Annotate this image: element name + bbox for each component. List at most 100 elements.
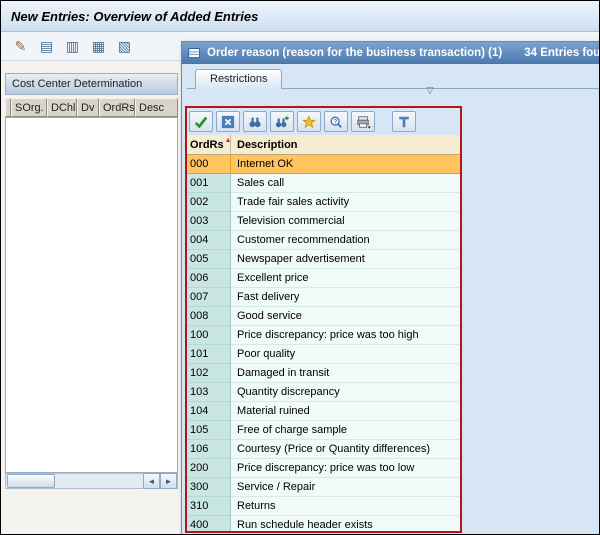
value-row[interactable]: 300Service / Repair <box>187 478 460 497</box>
ordrs-cell: 002 <box>187 193 231 212</box>
ordrs-cell: 003 <box>187 212 231 231</box>
page-title: New Entries: Overview of Added Entries <box>11 9 258 24</box>
add-favorite-icon[interactable] <box>297 111 321 132</box>
tab-restrictions[interactable]: Restrictions <box>195 69 282 89</box>
value-row[interactable]: 106Courtesy (Price or Quantity differenc… <box>187 440 460 459</box>
description-cell: Quantity discrepancy <box>231 383 460 402</box>
column-header-description[interactable]: Description <box>231 135 460 154</box>
value-row[interactable]: 104Material ruined <box>187 402 460 421</box>
table-insert-row-icon[interactable] <box>35 36 58 57</box>
copy-row-icon <box>66 39 79 53</box>
ordrs-cell: 100 <box>187 326 231 345</box>
table-delete-row-icon[interactable] <box>87 36 110 57</box>
grid-column-dchl[interactable]: DChl <box>47 98 77 117</box>
description-header-label: Description <box>237 139 298 151</box>
highlight-box: ? OrdRs ▲ Description 000Internet OK00 <box>185 106 462 533</box>
description-cell: Material ruined <box>231 402 460 421</box>
value-row[interactable]: 002Trade fair sales activity <box>187 193 460 212</box>
entries-count: 34 Entries foun <box>524 47 600 59</box>
description-cell: Sales call <box>231 174 460 193</box>
value-row[interactable]: 005Newspaper advertisement <box>187 250 460 269</box>
description-cell: Newspaper advertisement <box>231 250 460 269</box>
description-cell: Service / Repair <box>231 478 460 497</box>
select-block-icon <box>118 39 131 53</box>
description-cell: Television commercial <box>231 212 460 231</box>
description-cell: Price discrepancy: price was too high <box>231 326 460 345</box>
value-row[interactable]: 001Sales call <box>187 174 460 193</box>
ordrs-cell: 104 <box>187 402 231 421</box>
insert-row-icon <box>40 39 53 53</box>
print-icon[interactable] <box>351 111 375 132</box>
value-row[interactable]: 006Excellent price <box>187 269 460 288</box>
close-icon[interactable] <box>216 111 240 132</box>
ordrs-cell: 200 <box>187 459 231 478</box>
ordrs-cell: 300 <box>187 478 231 497</box>
scrollbar-thumb[interactable] <box>7 474 55 488</box>
grid-body[interactable] <box>5 117 178 473</box>
value-row[interactable]: 000Internet OK <box>187 155 460 174</box>
description-cell: Returns <box>231 497 460 516</box>
ordrs-cell: 105 <box>187 421 231 440</box>
value-row[interactable]: 101Poor quality <box>187 345 460 364</box>
ordrs-cell: 400 <box>187 516 231 531</box>
ordrs-cell: 006 <box>187 269 231 288</box>
left-panel-title: Cost Center Determination <box>12 78 142 90</box>
grid-column-sorg[interactable]: SOrg. <box>11 98 47 117</box>
column-header-ordrs[interactable]: OrdRs ▲ <box>187 135 231 154</box>
ordrs-cell: 310 <box>187 497 231 516</box>
grid-column-dv[interactable]: Dv <box>77 98 99 117</box>
description-cell: Internet OK <box>231 155 460 174</box>
value-row[interactable]: 105Free of charge sample <box>187 421 460 440</box>
value-row[interactable]: 004Customer recommendation <box>187 231 460 250</box>
value-row[interactable]: 007Fast delivery <box>187 288 460 307</box>
value-help-dialog: Order reason (reason for the business tr… <box>181 41 600 535</box>
popup-titlebar[interactable]: Order reason (reason for the business tr… <box>182 42 600 64</box>
filter-icon[interactable] <box>423 84 437 96</box>
left-panel-header: Cost Center Determination <box>5 73 178 95</box>
ordrs-cell: 008 <box>187 307 231 326</box>
grid-column-ordrs[interactable]: OrdRs <box>99 98 135 117</box>
ordrs-cell: 106 <box>187 440 231 459</box>
edit-pencil-icon[interactable] <box>9 36 32 57</box>
description-cell: Damaged in transit <box>231 364 460 383</box>
value-row[interactable]: 102Damaged in transit <box>187 364 460 383</box>
sort-ascending-icon: ▲ <box>225 137 232 144</box>
value-row[interactable]: 400Run schedule header exists <box>187 516 460 531</box>
find-icon[interactable] <box>243 111 267 132</box>
scroll-right-icon[interactable]: ► <box>160 473 177 489</box>
description-cell: Price discrepancy: price was too low <box>231 459 460 478</box>
value-row[interactable]: 008Good service <box>187 307 460 326</box>
value-row[interactable]: 100Price discrepancy: price was too high <box>187 326 460 345</box>
description-cell: Poor quality <box>231 345 460 364</box>
svg-text:?: ? <box>333 118 337 125</box>
ordrs-cell: 007 <box>187 288 231 307</box>
tabstrip: Restrictions <box>187 67 600 89</box>
table-header: OrdRs ▲ Description <box>187 135 460 155</box>
dialog-list-icon <box>188 47 201 60</box>
description-cell: Run schedule header exists <box>231 516 460 531</box>
grid-column-desc[interactable]: Desc <box>135 98 178 117</box>
value-row[interactable]: 003Television commercial <box>187 212 460 231</box>
ordrs-cell: 101 <box>187 345 231 364</box>
value-row[interactable]: 200Price discrepancy: price was too low <box>187 459 460 478</box>
popup-title: Order reason (reason for the business tr… <box>207 47 502 59</box>
ordrs-cell: 000 <box>187 155 231 174</box>
value-row[interactable]: 310Returns <box>187 497 460 516</box>
scroll-left-icon[interactable]: ◄ <box>143 473 160 489</box>
description-cell: Good service <box>231 307 460 326</box>
grid-header: SOrg.DChlDvOrdRsDesc <box>5 98 178 117</box>
description-cell: Free of charge sample <box>231 421 460 440</box>
table-select-block-icon[interactable] <box>113 36 136 57</box>
ordrs-cell: 004 <box>187 231 231 250</box>
grid-horizontal-scrollbar[interactable]: ◄ ► <box>5 473 178 489</box>
find-next-icon[interactable] <box>270 111 294 132</box>
value-list-body: 000Internet OK001Sales call002Trade fair… <box>187 155 460 531</box>
ordrs-cell: 103 <box>187 383 231 402</box>
confirm-icon[interactable] <box>189 111 213 132</box>
personal-value-list-icon[interactable] <box>392 111 416 132</box>
table-copy-row-icon[interactable] <box>61 36 84 57</box>
help-icon[interactable]: ? <box>324 111 348 132</box>
description-cell: Fast delivery <box>231 288 460 307</box>
value-row[interactable]: 103Quantity discrepancy <box>187 383 460 402</box>
sap-window: New Entries: Overview of Added Entries C… <box>0 0 600 535</box>
